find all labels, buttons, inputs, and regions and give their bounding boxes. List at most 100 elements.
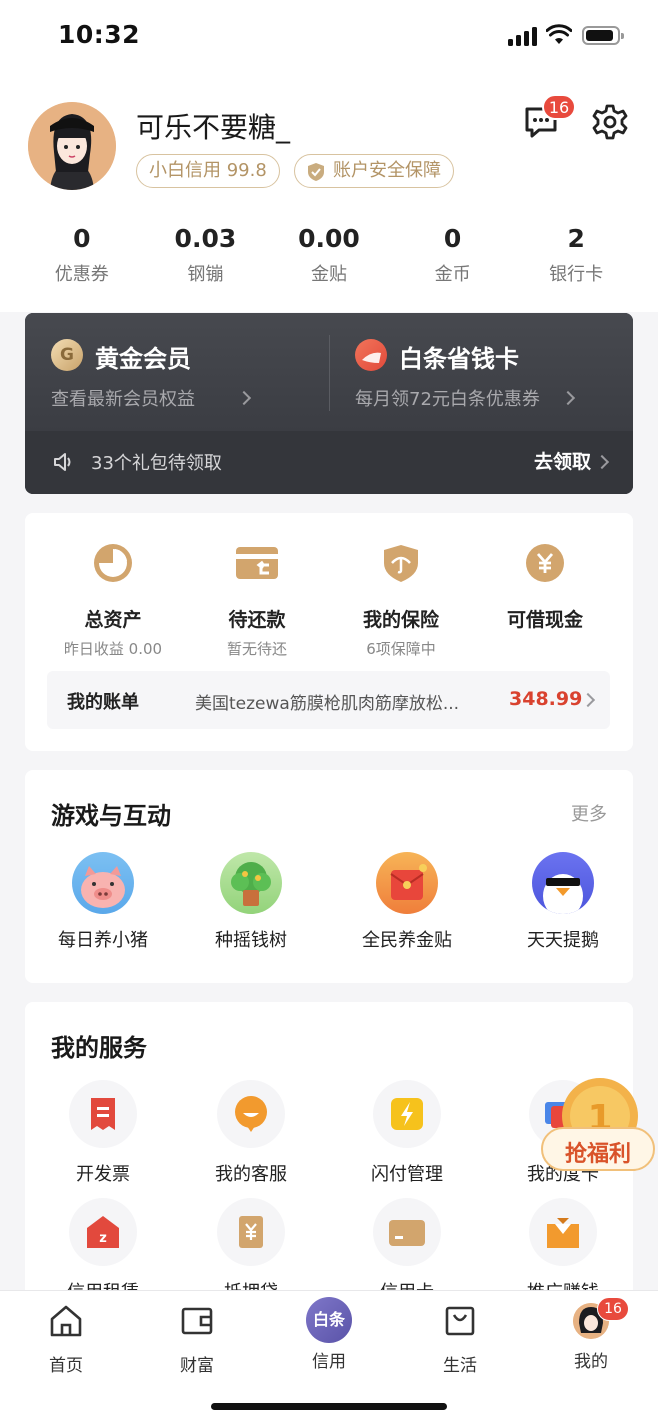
avatar[interactable] (28, 102, 116, 190)
service-rental[interactable]: z 信用租赁 (25, 1198, 181, 1304)
invoice-icon (69, 1080, 137, 1148)
tab-label: 财富 (180, 1356, 214, 1376)
pig-icon (72, 852, 134, 914)
asset-insurance[interactable]: 我的保险 6项保障中 (325, 543, 477, 659)
baitiao-card-icon (355, 339, 387, 371)
baitiao-icon: 白条 (306, 1297, 352, 1343)
tab-label: 我的 (574, 1352, 608, 1372)
game-pig[interactable]: 每日养小猪 (25, 852, 181, 952)
tab-label: 生活 (443, 1356, 477, 1376)
games-title: 游戏与互动 (51, 802, 171, 830)
account-safety-badge[interactable]: 账户安全保障 (294, 154, 454, 188)
home-indicator (211, 1403, 447, 1410)
status-time: 10:32 (58, 20, 141, 49)
stat-value: 0.03 (174, 224, 237, 253)
stat-bank-cards[interactable]: 2 银行卡 (514, 222, 638, 292)
asset-title: 总资产 (84, 609, 142, 631)
promo-label: 抢福利 (564, 1142, 631, 1167)
shield-check-icon (308, 163, 324, 181)
stat-label: 钢镚 (187, 264, 224, 285)
tab-home[interactable]: 首页 (16, 1303, 116, 1376)
game-gold-subsidy[interactable]: 全民养金贴 (329, 852, 485, 952)
gold-member-subtitle: 查看最新会员权益 (51, 389, 195, 410)
game-label: 天天提鹅 (527, 930, 599, 951)
service-invoice[interactable]: 开发票 (25, 1080, 181, 1186)
games-card: 游戏与互动 更多 每日养小猪 种摇钱树 全民养金贴 天天提鹅 (25, 770, 633, 983)
tab-label: 首页 (49, 1356, 83, 1376)
game-money-tree[interactable]: 种摇钱树 (173, 852, 329, 952)
service-quick-pay[interactable]: 闪付管理 (329, 1080, 485, 1186)
stat-coupons[interactable]: 0 优惠券 (20, 222, 144, 292)
gear-icon[interactable] (592, 104, 628, 140)
quick-pay-icon (373, 1080, 441, 1148)
member-card-top: G 黄金会员 查看最新会员权益 白条省钱卡 每月领72元白条优惠券 (25, 313, 633, 431)
asset-sub: 暂无待还 (226, 640, 287, 658)
profile-header: 可乐不要糖_ 小白信用 99.8 账户安全保障 16 0 优惠券 0.03 钢镚… (0, 72, 658, 312)
asset-repayment[interactable]: 待还款 暂无待还 (181, 543, 333, 659)
baitiao-card-subtitle: 每月领72元白条优惠券 (355, 389, 540, 410)
stat-coins-small[interactable]: 0.03 钢镚 (144, 222, 268, 292)
svg-text:z: z (99, 1231, 107, 1246)
promote-icon (529, 1198, 597, 1266)
battery-icon (582, 26, 624, 45)
bill-label: 我的账单 (67, 692, 139, 713)
baitiao-card-title: 白条省钱卡 (399, 345, 519, 373)
floating-promo-button[interactable]: 1 抢福利 (540, 1074, 656, 1174)
yen-coin-icon (526, 544, 564, 582)
wifi-icon (546, 24, 572, 44)
service-customer-service[interactable]: 我的客服 (173, 1080, 329, 1186)
asset-title: 待还款 (228, 609, 286, 631)
credit-score-badge[interactable]: 小白信用 99.8 (136, 154, 280, 188)
service-label: 闪付管理 (371, 1164, 443, 1185)
my-bill-row[interactable]: 我的账单 美国tezewa筋膜枪肌肉筋摩放松... 348.99 (47, 671, 610, 729)
stat-label: 金贴 (310, 264, 347, 285)
red-envelope-icon (376, 852, 438, 914)
asset-total[interactable]: 总资产 昨日收益 0.00 (37, 543, 189, 659)
member-card: G 黄金会员 查看最新会员权益 白条省钱卡 每月领72元白条优惠券 33个礼包待… (25, 313, 633, 494)
asset-sub: 昨日收益 0.00 (63, 640, 163, 658)
games-more-link[interactable]: 更多 (571, 800, 607, 826)
tab-me[interactable]: 我的 16 (541, 1297, 641, 1372)
tab-wealth[interactable]: 财富 (147, 1303, 247, 1376)
home-icon (50, 1305, 82, 1337)
stats-row: 0 优惠券 0.03 钢镚 0.00 金贴 0 金币 2 银行卡 (20, 222, 638, 292)
stat-gold-subsidy[interactable]: 0.00 金贴 (267, 222, 391, 292)
username[interactable]: 可乐不要糖_ (136, 106, 290, 146)
mortgage-loan-icon (217, 1198, 285, 1266)
card-return-icon (236, 547, 278, 579)
cellular-signal-icon (508, 24, 538, 46)
gold-member-icon: G (51, 339, 83, 371)
service-credit-card[interactable]: 信用卡 (329, 1198, 485, 1304)
customer-service-icon (217, 1080, 285, 1148)
asset-sub: 6项保障中 (366, 640, 436, 658)
claim-gifts-button[interactable]: 去领取 (534, 447, 591, 474)
speaker-icon (54, 453, 71, 471)
service-promote[interactable]: 推广赚钱 (485, 1198, 641, 1304)
umbrella-shield-icon (384, 545, 418, 582)
game-goose[interactable]: 天天提鹅 (485, 852, 641, 952)
stat-label: 银行卡 (549, 264, 604, 285)
bill-amount: 348.99 (509, 688, 583, 710)
service-label: 开发票 (76, 1164, 130, 1185)
asset-cash-loan[interactable]: 可借现金 (469, 543, 621, 638)
money-tree-icon (220, 852, 282, 914)
shopping-bag-icon (445, 1306, 475, 1336)
credit-card-icon (373, 1198, 441, 1266)
status-bar: 10:32 (0, 0, 658, 72)
stat-label: 优惠券 (54, 264, 109, 285)
tab-life[interactable]: 生活 (410, 1303, 510, 1376)
member-card-divider (329, 335, 330, 411)
rental-icon: z (69, 1198, 137, 1266)
wallet-icon (181, 1307, 213, 1335)
game-label: 种摇钱树 (215, 930, 287, 951)
gold-member-title: 黄金会员 (95, 345, 191, 373)
gift-bar[interactable]: 33个礼包待领取 去领取 (25, 431, 633, 494)
stat-gold-coins[interactable]: 0 金币 (391, 222, 515, 292)
tab-me-badge: 16 (597, 1297, 629, 1321)
goose-icon (532, 852, 594, 914)
service-mortgage-loan[interactable]: 抵押贷 (173, 1198, 329, 1304)
stat-value: 2 (567, 224, 585, 253)
account-safety-label: 账户安全保障 (333, 160, 441, 181)
tab-credit[interactable]: 白条 信用 (279, 1297, 379, 1372)
gift-count-text: 33个礼包待领取 (91, 453, 222, 474)
